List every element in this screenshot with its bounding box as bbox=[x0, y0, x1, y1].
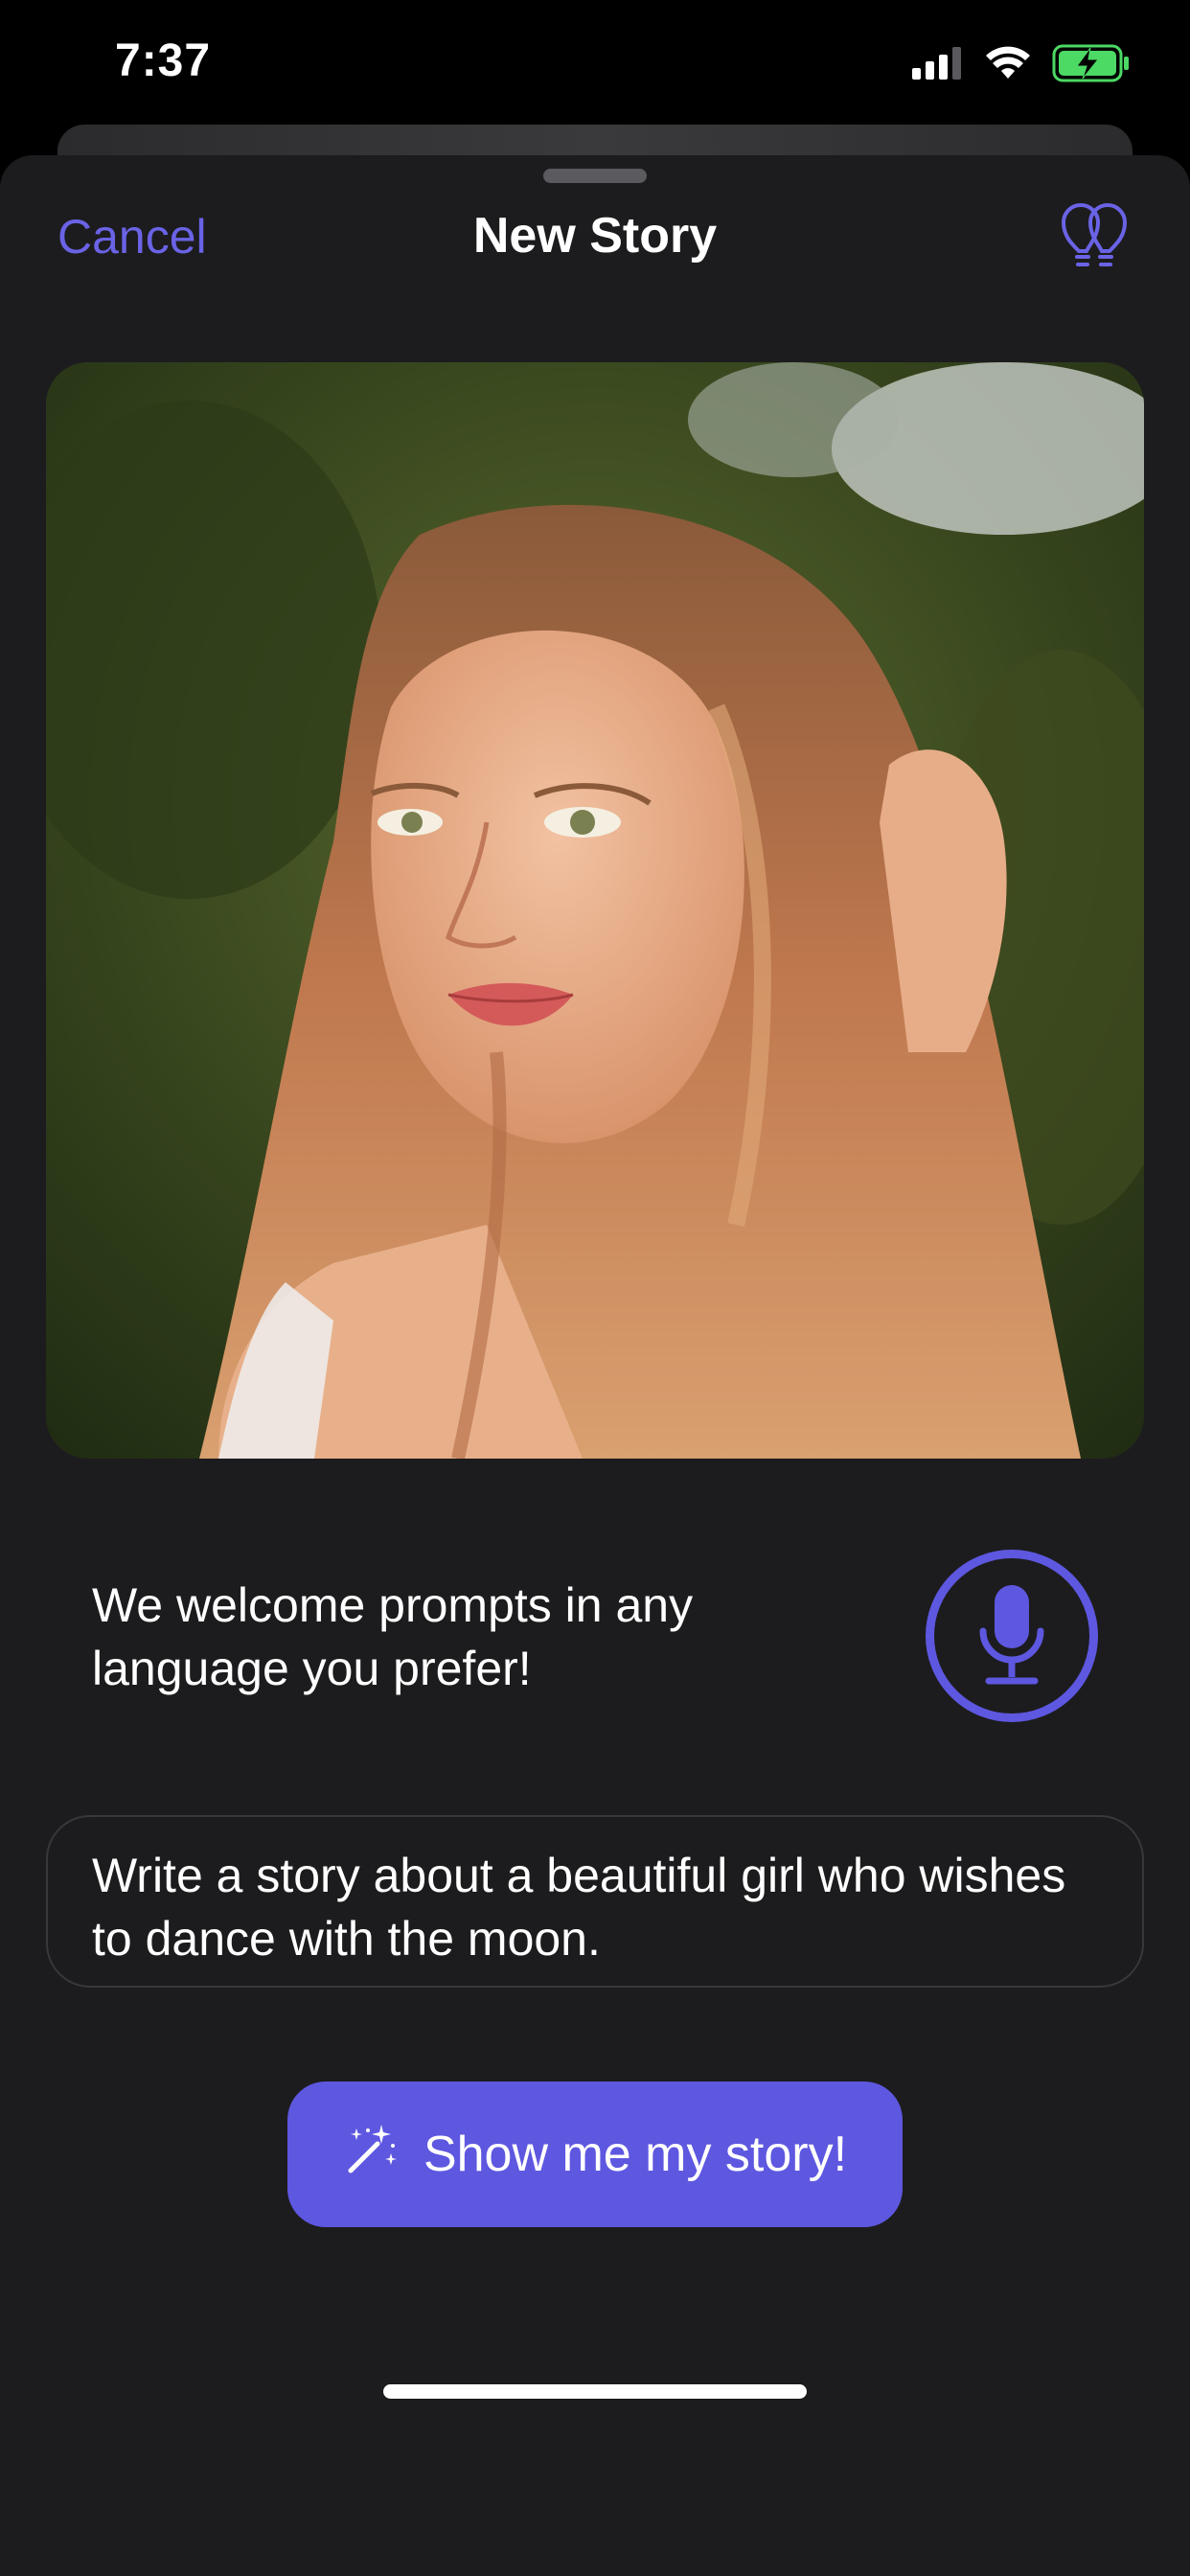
sheet-grabber[interactable] bbox=[543, 169, 647, 183]
signal-icon bbox=[912, 47, 964, 84]
portrait-photo bbox=[46, 362, 1144, 1459]
lightbulbs-icon bbox=[1058, 203, 1131, 279]
story-photo[interactable] bbox=[46, 362, 1144, 1459]
microphone-icon bbox=[973, 1581, 1050, 1691]
battery-charging-icon bbox=[1052, 44, 1131, 87]
story-prompt-input[interactable]: Write a story about a beautiful girl who… bbox=[46, 1815, 1144, 1988]
magic-wand-icon bbox=[343, 2121, 399, 2189]
lightbulbs-button[interactable] bbox=[1058, 196, 1131, 276]
status-time: 7:37 bbox=[115, 35, 212, 86]
microphone-button[interactable] bbox=[926, 1550, 1098, 1722]
show-story-label: Show me my story! bbox=[423, 2127, 848, 2182]
status-bar: 7:37 bbox=[0, 0, 1190, 134]
show-story-button[interactable]: Show me my story! bbox=[287, 2082, 903, 2227]
prompt-hint: We welcome prompts in any language you p… bbox=[92, 1578, 694, 1695]
status-icons bbox=[912, 44, 1131, 87]
new-story-sheet: Cancel New Story We welcome prompts in a… bbox=[0, 155, 1190, 2576]
page-title: New Story bbox=[472, 208, 718, 264]
wifi-icon bbox=[985, 46, 1031, 85]
home-indicator[interactable] bbox=[383, 2384, 807, 2399]
